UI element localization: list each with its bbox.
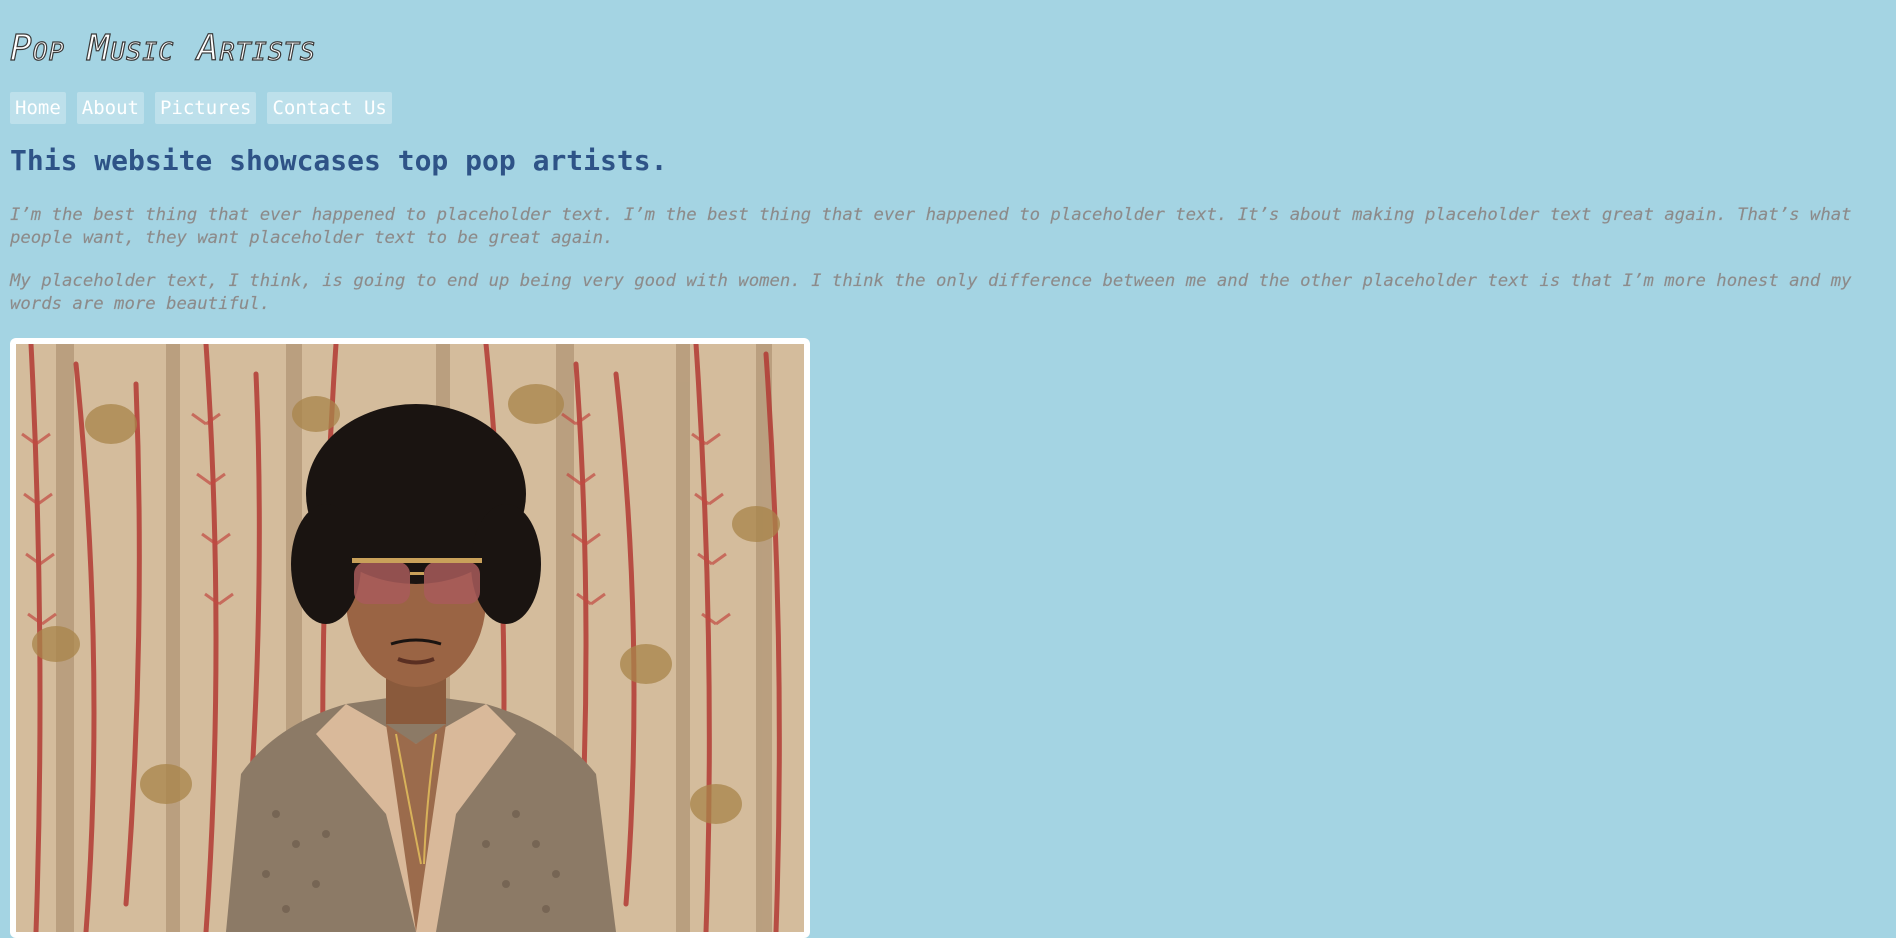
nav-contact-link[interactable]: Contact Us — [267, 92, 392, 124]
nav-pictures-link[interactable]: Pictures — [154, 92, 257, 124]
main-nav: Home About Pictures Contact Us — [10, 92, 1886, 124]
second-paragraph: My placeholder text, I think, is going t… — [10, 271, 1852, 314]
artist-portrait-image — [16, 344, 804, 932]
nav-about-link[interactable]: About — [76, 92, 144, 124]
site-title: Pop Music Artists — [9, 27, 316, 69]
page-headline: This website showcases top pop artists. — [10, 144, 668, 177]
artist-photo-frame — [10, 338, 810, 938]
nav-home-link[interactable]: Home — [10, 92, 66, 124]
page: Pop Music Artists Home About Pictures Co… — [0, 0, 1896, 316]
intro-paragraph: I’m the best thing that ever happened to… — [10, 205, 1852, 248]
